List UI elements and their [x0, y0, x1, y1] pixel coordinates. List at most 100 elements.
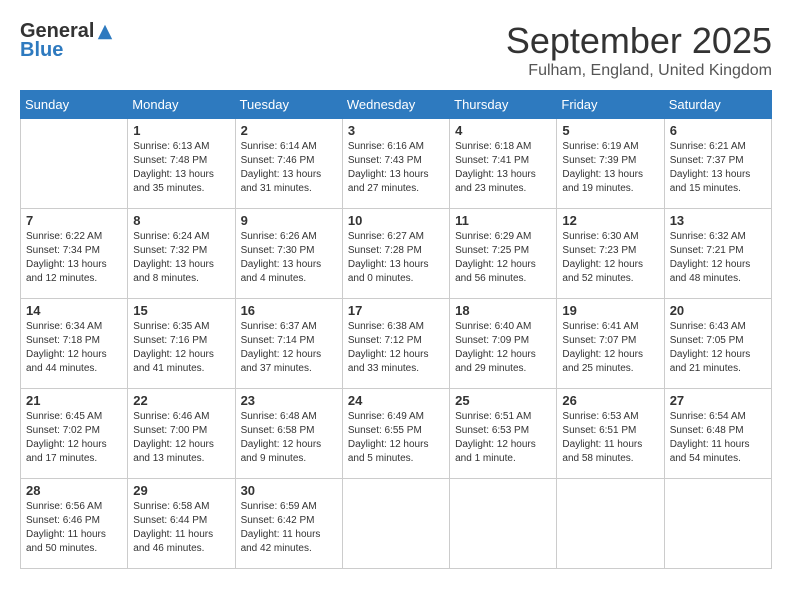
day-info: Sunrise: 6:46 AMSunset: 7:00 PMDaylight:…: [133, 410, 229, 466]
day-number: 19: [562, 303, 658, 318]
calendar-cell: 8 Sunrise: 6:24 AMSunset: 7:32 PMDaylight…: [128, 209, 235, 299]
day-info: Sunrise: 6:16 AMSunset: 7:43 PMDaylight:…: [348, 140, 444, 196]
day-number: 18: [455, 303, 551, 318]
day-info: Sunrise: 6:26 AMSunset: 7:30 PMDaylight:…: [241, 230, 337, 286]
calendar-cell: 9 Sunrise: 6:26 AMSunset: 7:30 PMDaylight…: [235, 209, 342, 299]
calendar-cell: 11 Sunrise: 6:29 AMSunset: 7:25 PMDayligh…: [450, 209, 557, 299]
calendar-cell: 30Sunrise: 6:59 AMSunset: 6:42 PMDayligh…: [235, 479, 342, 569]
day-number: 27: [670, 393, 766, 408]
logo-blue-text: Blue: [20, 39, 63, 62]
logo: General Blue: [20, 20, 114, 62]
location: Fulham, England, United Kingdom: [506, 62, 772, 80]
day-number: 9: [241, 213, 337, 228]
calendar-week-5: 28 Sunrise: 6:56 AMSunset: 6:46 PMDayligh…: [21, 479, 772, 569]
day-number: 17: [348, 303, 444, 318]
logo-icon: [96, 23, 114, 41]
day-info: Sunrise: 6:32 AMSunset: 7:21 PMDaylight:…: [670, 230, 766, 286]
day-info: Sunrise: 6:21 AMSunset: 7:37 PMDaylight:…: [670, 140, 766, 196]
day-number: 21: [26, 393, 122, 408]
weekday-header-wednesday: Wednesday: [342, 91, 449, 119]
day-info: Sunrise: 6:53 AMSunset: 6:51 PMDaylight:…: [562, 410, 658, 466]
calendar-cell: 23 Sunrise: 6:48 AMSunset: 6:58 PMDayligh…: [235, 389, 342, 479]
calendar-cell: 14 Sunrise: 6:34 AMSunset: 7:18 PMDayligh…: [21, 299, 128, 389]
day-number: 11: [455, 213, 551, 228]
day-info: Sunrise: 6:34 AMSunset: 7:18 PMDaylight:…: [26, 320, 122, 376]
calendar-cell: 21 Sunrise: 6:45 AMSunset: 7:02 PMDayligh…: [21, 389, 128, 479]
calendar-cell: 12 Sunrise: 6:30 AMSunset: 7:23 PMDayligh…: [557, 209, 664, 299]
day-info: Sunrise: 6:45 AMSunset: 7:02 PMDaylight:…: [26, 410, 122, 466]
calendar-cell: 19Sunrise: 6:41 AMSunset: 7:07 PMDayligh…: [557, 299, 664, 389]
weekday-header-friday: Friday: [557, 91, 664, 119]
day-number: 8: [133, 213, 229, 228]
weekday-header-sunday: Sunday: [21, 91, 128, 119]
calendar-cell: 4 Sunrise: 6:18 AMSunset: 7:41 PMDaylight…: [450, 119, 557, 209]
day-info: Sunrise: 6:18 AMSunset: 7:41 PMDaylight:…: [455, 140, 551, 196]
day-number: 10: [348, 213, 444, 228]
day-info: Sunrise: 6:29 AMSunset: 7:25 PMDaylight:…: [455, 230, 551, 286]
calendar-cell: 25 Sunrise: 6:51 AMSunset: 6:53 PMDayligh…: [450, 389, 557, 479]
day-info: Sunrise: 6:13 AMSunset: 7:48 PMDaylight:…: [133, 140, 229, 196]
calendar-cell: [21, 119, 128, 209]
day-number: 1: [133, 123, 229, 138]
day-number: 5: [562, 123, 658, 138]
calendar-cell: 7Sunrise: 6:22 AMSunset: 7:34 PMDaylight…: [21, 209, 128, 299]
day-info: Sunrise: 6:51 AMSunset: 6:53 PMDaylight:…: [455, 410, 551, 466]
day-info: Sunrise: 6:56 AMSunset: 6:46 PMDaylight:…: [26, 500, 122, 556]
day-number: 23: [241, 393, 337, 408]
day-info: Sunrise: 6:40 AMSunset: 7:09 PMDaylight:…: [455, 320, 551, 376]
calendar-cell: 29 Sunrise: 6:58 AMSunset: 6:44 PMDayligh…: [128, 479, 235, 569]
day-info: Sunrise: 6:49 AMSunset: 6:55 PMDaylight:…: [348, 410, 444, 466]
calendar-cell: 17 Sunrise: 6:38 AMSunset: 7:12 PMDayligh…: [342, 299, 449, 389]
calendar-cell: [450, 479, 557, 569]
day-number: 15: [133, 303, 229, 318]
calendar-cell: 20Sunrise: 6:43 AMSunset: 7:05 PMDayligh…: [664, 299, 771, 389]
day-number: 25: [455, 393, 551, 408]
weekday-header-thursday: Thursday: [450, 91, 557, 119]
calendar-week-2: 7Sunrise: 6:22 AMSunset: 7:34 PMDaylight…: [21, 209, 772, 299]
weekday-header-row: SundayMondayTuesdayWednesdayThursdayFrid…: [21, 91, 772, 119]
calendar-cell: 16 Sunrise: 6:37 AMSunset: 7:14 PMDayligh…: [235, 299, 342, 389]
calendar-cell: 2 Sunrise: 6:14 AMSunset: 7:46 PMDaylight…: [235, 119, 342, 209]
calendar-week-1: 1 Sunrise: 6:13 AMSunset: 7:48 PMDaylight…: [21, 119, 772, 209]
day-info: Sunrise: 6:48 AMSunset: 6:58 PMDaylight:…: [241, 410, 337, 466]
day-number: 14: [26, 303, 122, 318]
day-number: 28: [26, 483, 122, 498]
day-info: Sunrise: 6:43 AMSunset: 7:05 PMDaylight:…: [670, 320, 766, 376]
day-info: Sunrise: 6:38 AMSunset: 7:12 PMDaylight:…: [348, 320, 444, 376]
calendar-cell: 28 Sunrise: 6:56 AMSunset: 6:46 PMDayligh…: [21, 479, 128, 569]
day-number: 2: [241, 123, 337, 138]
weekday-header-tuesday: Tuesday: [235, 91, 342, 119]
calendar-table: SundayMondayTuesdayWednesdayThursdayFrid…: [20, 90, 772, 569]
calendar-cell: 1 Sunrise: 6:13 AMSunset: 7:48 PMDaylight…: [128, 119, 235, 209]
day-info: Sunrise: 6:37 AMSunset: 7:14 PMDaylight:…: [241, 320, 337, 376]
day-number: 30: [241, 483, 337, 498]
calendar-cell: 5 Sunrise: 6:19 AMSunset: 7:39 PMDaylight…: [557, 119, 664, 209]
day-number: 6: [670, 123, 766, 138]
day-info: Sunrise: 6:30 AMSunset: 7:23 PMDaylight:…: [562, 230, 658, 286]
page-header: General Blue September 2025 Fulham, Engl…: [20, 20, 772, 80]
day-number: 16: [241, 303, 337, 318]
day-info: Sunrise: 6:24 AMSunset: 7:32 PMDaylight:…: [133, 230, 229, 286]
calendar-cell: 27 Sunrise: 6:54 AMSunset: 6:48 PMDayligh…: [664, 389, 771, 479]
day-number: 4: [455, 123, 551, 138]
day-info: Sunrise: 6:19 AMSunset: 7:39 PMDaylight:…: [562, 140, 658, 196]
day-info: Sunrise: 6:58 AMSunset: 6:44 PMDaylight:…: [133, 500, 229, 556]
day-number: 7: [26, 213, 122, 228]
calendar-cell: 24Sunrise: 6:49 AMSunset: 6:55 PMDayligh…: [342, 389, 449, 479]
calendar-week-3: 14 Sunrise: 6:34 AMSunset: 7:18 PMDayligh…: [21, 299, 772, 389]
day-info: Sunrise: 6:14 AMSunset: 7:46 PMDaylight:…: [241, 140, 337, 196]
calendar-week-4: 21 Sunrise: 6:45 AMSunset: 7:02 PMDayligh…: [21, 389, 772, 479]
day-number: 3: [348, 123, 444, 138]
weekday-header-monday: Monday: [128, 91, 235, 119]
day-info: Sunrise: 6:27 AMSunset: 7:28 PMDaylight:…: [348, 230, 444, 286]
day-number: 29: [133, 483, 229, 498]
weekday-header-saturday: Saturday: [664, 91, 771, 119]
calendar-cell: [342, 479, 449, 569]
day-number: 12: [562, 213, 658, 228]
title-section: September 2025 Fulham, England, United K…: [506, 20, 772, 80]
day-info: Sunrise: 6:35 AMSunset: 7:16 PMDaylight:…: [133, 320, 229, 376]
day-info: Sunrise: 6:54 AMSunset: 6:48 PMDaylight:…: [670, 410, 766, 466]
calendar-cell: 13Sunrise: 6:32 AMSunset: 7:21 PMDayligh…: [664, 209, 771, 299]
calendar-cell: 22Sunrise: 6:46 AMSunset: 7:00 PMDayligh…: [128, 389, 235, 479]
day-number: 26: [562, 393, 658, 408]
